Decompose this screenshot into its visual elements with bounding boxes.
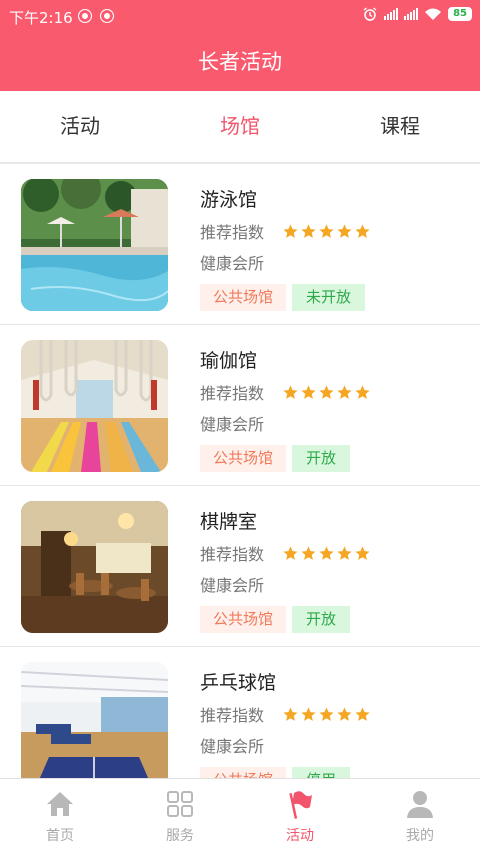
venue-status-tag: 开放 [292,445,351,472]
star-icon [355,384,370,399]
star-icon [319,223,334,238]
star-icon [301,545,316,560]
rating-label: 推荐指数 [200,384,265,403]
star-icon [319,545,334,560]
venue-name: 瑜伽馆 [200,350,258,372]
venue-category: 健康会所 [200,415,265,434]
venue-name: 棋牌室 [200,511,258,533]
tab-venues[interactable]: 场馆 [160,91,320,162]
notification-icon [78,9,92,23]
nav-label: 首页 [46,828,74,844]
nav-home[interactable]: 首页 [0,779,120,854]
venue-tags: 公共场馆 停用 [200,767,351,778]
star-icon [283,384,298,399]
star-icon [283,545,298,560]
star-rating [282,706,371,723]
alarm-icon [363,7,377,21]
venue-name: 乒乓球馆 [200,672,277,694]
star-icon [283,223,298,238]
star-icon [319,384,334,399]
venue-type-tag: 公共场馆 [200,767,287,778]
rating-row: 推荐指数 [200,380,371,404]
nav-label: 我的 [406,828,434,844]
star-rating [282,223,371,240]
tab-bar: 活动 场馆 课程 [0,91,480,164]
tab-courses[interactable]: 课程 [320,91,480,162]
battery-icon: 85 [448,7,472,21]
rating-label: 推荐指数 [200,706,265,725]
nav-label: 活动 [286,828,314,844]
star-icon [301,706,316,721]
venue-image [21,340,168,472]
venue-image [21,501,168,633]
signal-icon [404,8,419,20]
star-icon [337,545,352,560]
venue-type-tag: 公共场馆 [200,606,287,633]
venue-category: 健康会所 [200,576,265,595]
status-icons: 85 [362,7,472,21]
venue-status-tag: 未开放 [292,284,366,311]
star-icon [355,545,370,560]
tab-activities[interactable]: 活动 [0,91,160,162]
nav-services[interactable]: 服务 [120,779,240,854]
venue-image [21,179,168,311]
person-icon [360,789,480,819]
wifi-icon [425,8,442,20]
star-icon [301,384,316,399]
nav-activities[interactable]: 活动 [240,779,360,854]
venue-status-tag: 开放 [292,606,351,633]
venue-tags: 公共场馆 开放 [200,445,351,472]
venue-tags: 公共场馆 开放 [200,606,351,633]
rating-row: 推荐指数 [200,541,371,565]
star-icon [283,706,298,721]
nav-me[interactable]: 我的 [360,779,480,854]
star-icon [337,384,352,399]
home-icon [0,789,120,819]
venue-category: 健康会所 [200,737,265,756]
venue-image [21,662,168,778]
venue-status-tag: 停用 [292,767,351,778]
grid-icon [120,789,240,819]
signal-icon [384,8,399,20]
venue-type-tag: 公共场馆 [200,284,287,311]
star-rating [282,545,371,562]
flag-icon [240,789,360,819]
star-icon [355,223,370,238]
venue-type-tag: 公共场馆 [200,445,287,472]
star-icon [301,223,316,238]
venue-list[interactable]: 游泳馆 推荐指数 健康会所 公共场馆 未开放 瑜伽馆 推荐指数 健康会所 公共场… [0,164,480,778]
venue-item-pool[interactable]: 游泳馆 推荐指数 健康会所 公共场馆 未开放 [0,164,480,325]
star-icon [337,706,352,721]
star-icon [355,706,370,721]
venue-name: 游泳馆 [200,189,258,211]
venue-tags: 公共场馆 未开放 [200,284,366,311]
bottom-nav: 首页 服务 活动 我的 [0,778,480,854]
rating-label: 推荐指数 [200,223,265,242]
star-icon [337,223,352,238]
page-title: 长者活动 [198,50,282,74]
status-time: 下午2:16 [9,9,73,27]
status-bar: 下午2:16 85 [0,0,480,33]
app-header: 长者活动 [0,33,480,91]
rating-label: 推荐指数 [200,545,265,564]
notification-icon [100,9,114,23]
nav-label: 服务 [166,828,194,844]
rating-row: 推荐指数 [200,702,371,726]
venue-item-chess-room[interactable]: 棋牌室 推荐指数 健康会所 公共场馆 开放 [0,486,480,647]
venue-category: 健康会所 [200,254,265,273]
star-rating [282,384,371,401]
venue-item-yoga[interactable]: 瑜伽馆 推荐指数 健康会所 公共场馆 开放 [0,325,480,486]
rating-row: 推荐指数 [200,219,371,243]
venue-item-pingpong[interactable]: 乒乓球馆 推荐指数 健康会所 公共场馆 停用 [0,647,480,778]
star-icon [319,706,334,721]
